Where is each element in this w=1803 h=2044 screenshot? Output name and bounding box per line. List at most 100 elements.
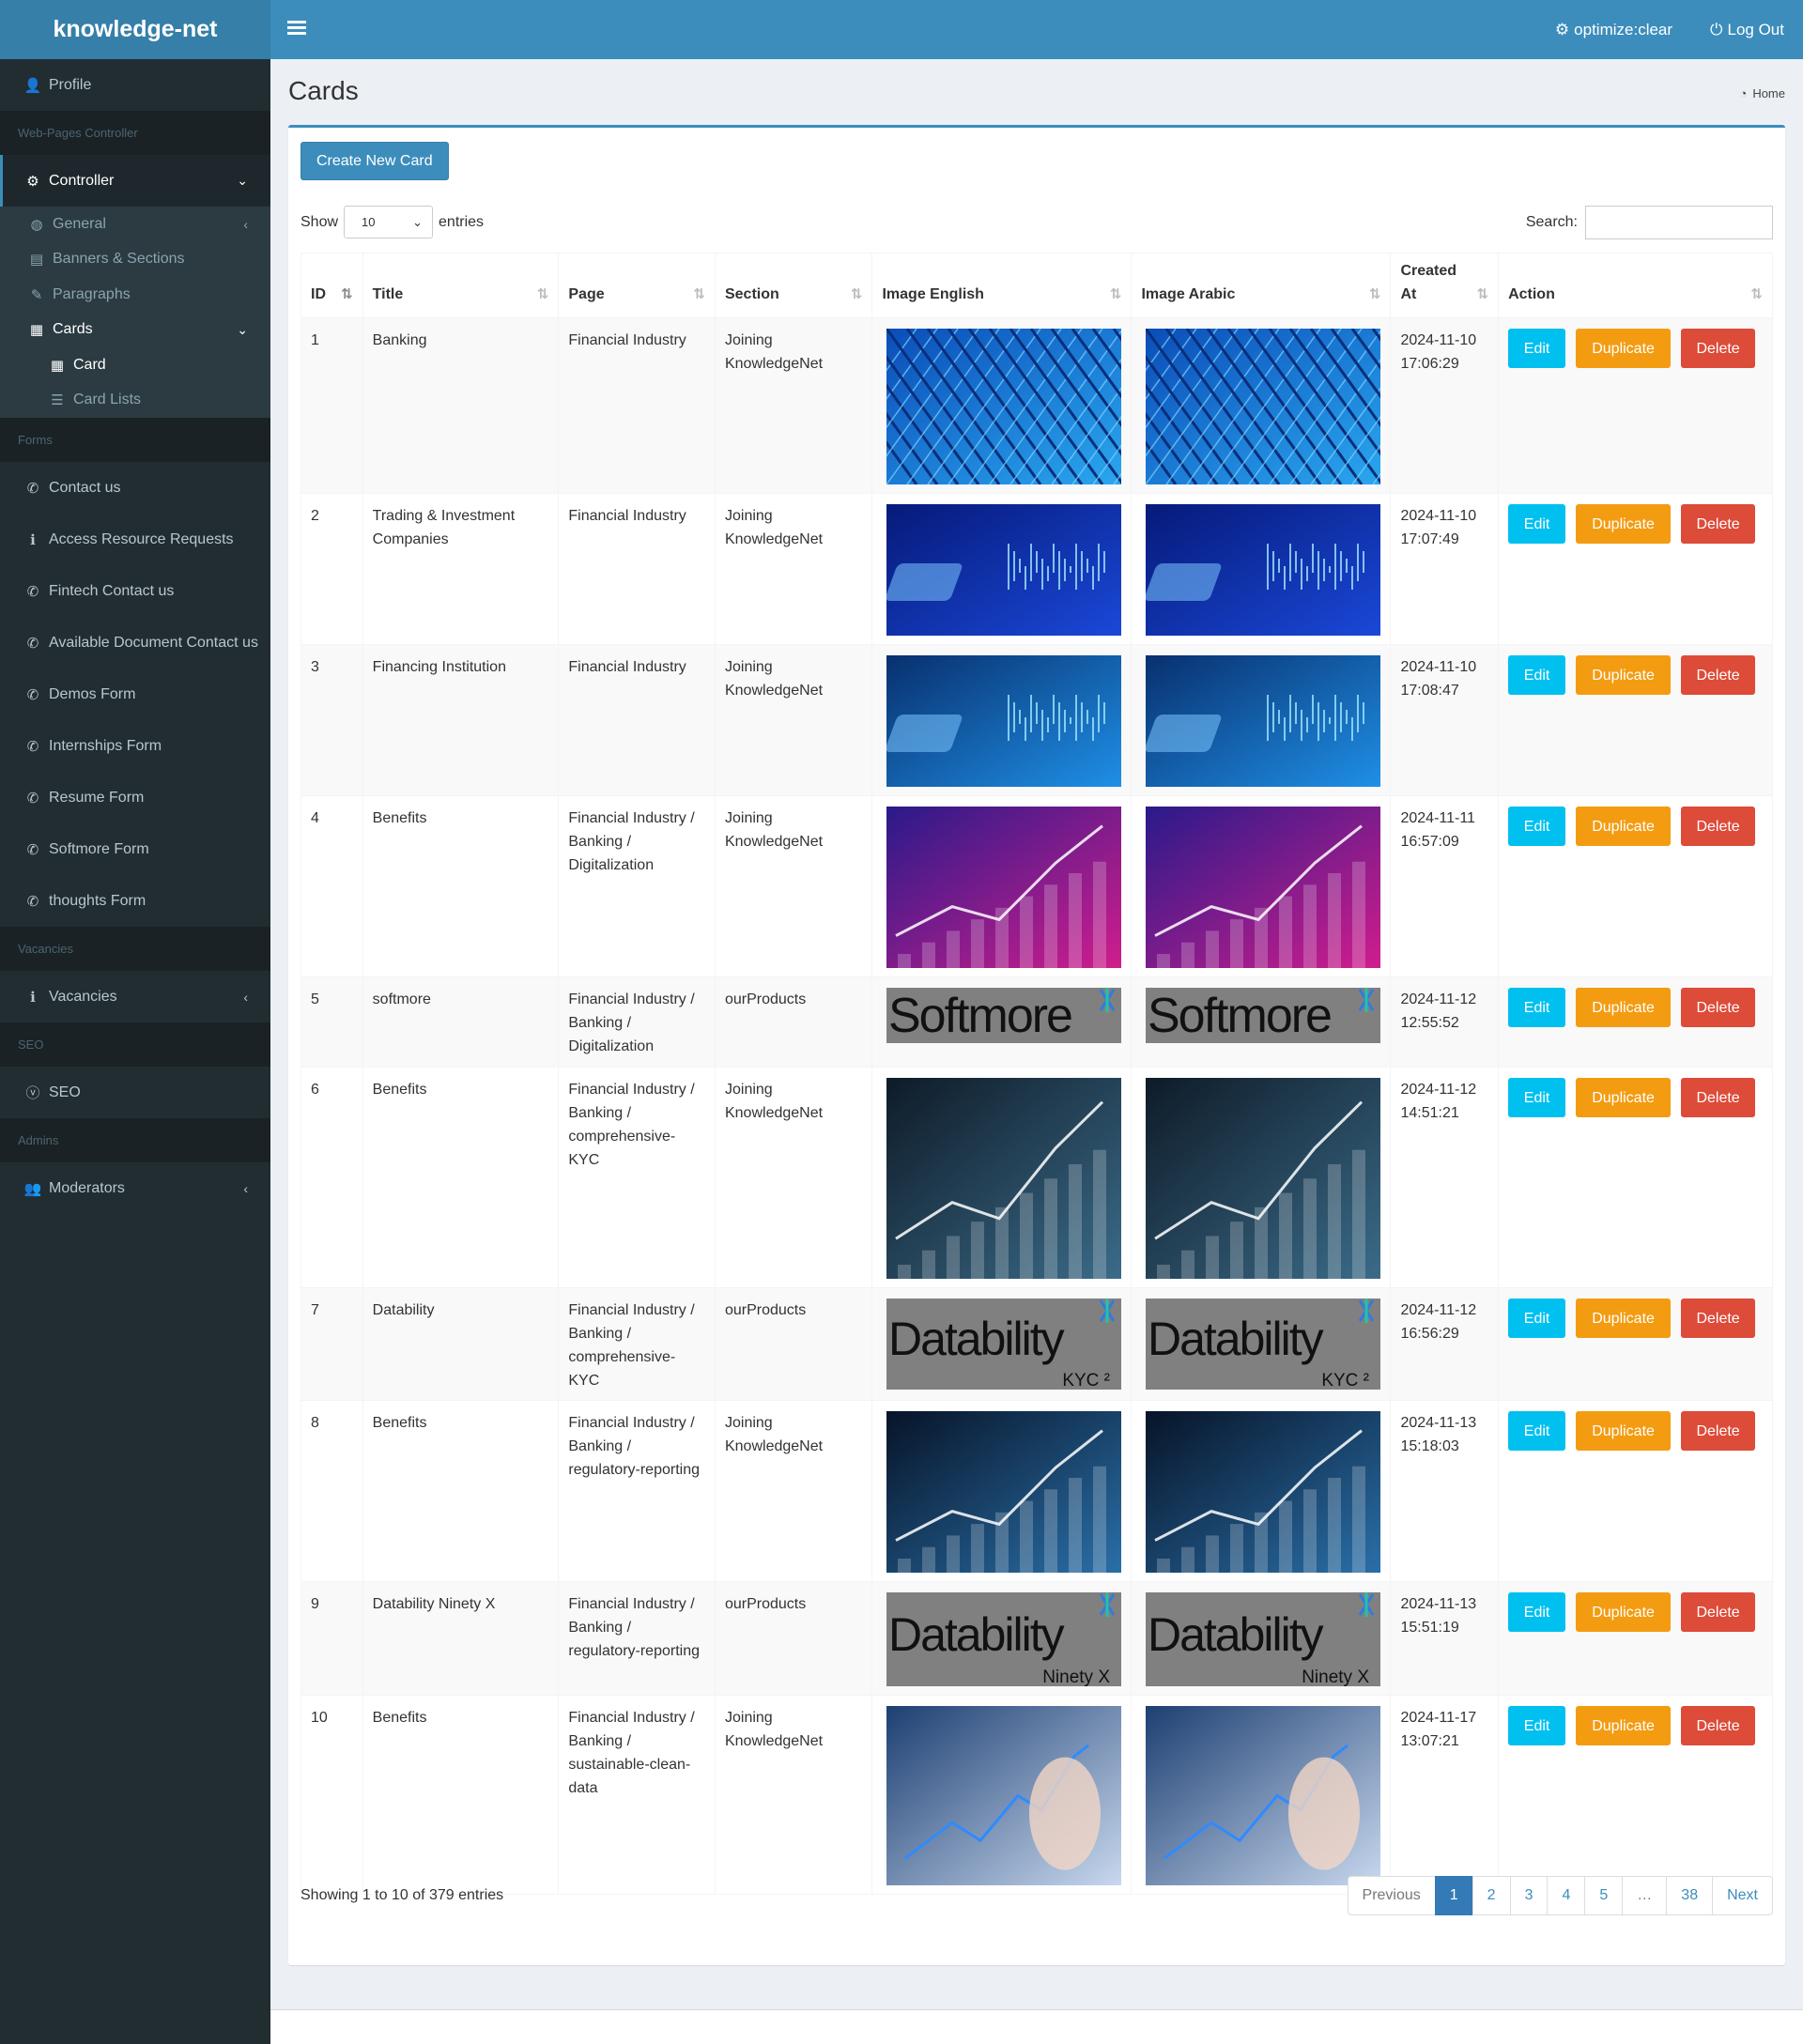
- cell-image-arabic: Datability Ninety X: [1131, 1581, 1392, 1696]
- cell-page: Financial Industry / Banking / comprehen…: [558, 1067, 716, 1288]
- pagination-page[interactable]: 1: [1434, 1876, 1473, 1915]
- pagination-page[interactable]: 3: [1509, 1876, 1549, 1915]
- sidebar-item-resume-form[interactable]: ✆ Resume Form: [0, 772, 270, 823]
- edit-button[interactable]: Edit: [1508, 1592, 1566, 1632]
- cell-image-english: Datability KYC ²: [871, 1287, 1133, 1401]
- delete-button[interactable]: Delete: [1681, 329, 1756, 368]
- table-info: Showing 1 to 10 of 379 entries: [300, 1887, 504, 1903]
- column-header-section[interactable]: Section ⇅: [714, 253, 873, 318]
- delete-button[interactable]: Delete: [1681, 1706, 1756, 1745]
- pagination: Previous 1 2 3 4 5… 38 Next: [1347, 1876, 1773, 1915]
- cell-section: ourProducts: [714, 976, 873, 1068]
- pagination-page[interactable]: 2: [1472, 1876, 1511, 1915]
- sidebar-item-cards[interactable]: ▦ Cards ⌄: [0, 313, 270, 348]
- edit-button[interactable]: Edit: [1508, 1299, 1566, 1338]
- sidebar-item-moderators[interactable]: 👥 Moderators ‹: [0, 1162, 270, 1214]
- cell-id: 4: [300, 795, 363, 977]
- sidebar-item-seo[interactable]: ⓥ SEO: [0, 1067, 270, 1118]
- cell-actions: Edit Duplicate Delete: [1498, 1581, 1773, 1696]
- duplicate-button[interactable]: Duplicate: [1576, 988, 1672, 1027]
- pagination-page[interactable]: 38: [1666, 1876, 1714, 1915]
- edit-button[interactable]: Edit: [1508, 807, 1566, 846]
- column-header-id[interactable]: ID ⇅: [300, 253, 363, 318]
- sidebar-item-access-resource[interactable]: ℹ Access Resource Requests: [0, 514, 270, 565]
- menu-toggle-icon[interactable]: [287, 18, 306, 40]
- duplicate-button[interactable]: Duplicate: [1576, 1299, 1672, 1338]
- column-header-created-at[interactable]: Created At ⇅: [1390, 253, 1500, 318]
- sidebar-item-vacancies[interactable]: ℹ Vacancies ‹: [0, 971, 270, 1022]
- edit-button[interactable]: Edit: [1508, 988, 1566, 1027]
- cell-image-english: [871, 795, 1133, 977]
- sidebar: 👤 Profile Web-Pages Controller ⚙ Controlle…: [0, 59, 270, 2044]
- phone-icon: ✆: [26, 841, 39, 858]
- delete-button[interactable]: Delete: [1681, 1299, 1756, 1338]
- breadcrumb[interactable]: ◔ Home: [1739, 86, 1785, 100]
- sidebar-item-internships-form[interactable]: ✆ Internships Form: [0, 720, 270, 772]
- delete-button[interactable]: Delete: [1681, 988, 1756, 1027]
- delete-button[interactable]: Delete: [1681, 655, 1756, 695]
- optimize-clear-link[interactable]: ⚙ optimize:clear: [1555, 21, 1672, 39]
- sidebar-item-softmore-form[interactable]: ✆ Softmore Form: [0, 823, 270, 875]
- duplicate-button[interactable]: Duplicate: [1576, 1706, 1672, 1745]
- duplicate-button[interactable]: Duplicate: [1576, 504, 1672, 544]
- edit-button[interactable]: Edit: [1508, 1411, 1566, 1451]
- pagination-next[interactable]: Next: [1712, 1876, 1773, 1915]
- cell-id: 7: [300, 1287, 363, 1401]
- edit-button[interactable]: Edit: [1508, 504, 1566, 544]
- logout-link[interactable]: ⏻ Log Out: [1710, 21, 1784, 39]
- card-image-english: Datability KYC ²: [886, 1299, 1122, 1390]
- entries-select[interactable]: 10 ⌄: [344, 206, 434, 238]
- pagination-page[interactable]: 5: [1584, 1876, 1624, 1915]
- column-header-action[interactable]: Action ⇅: [1498, 253, 1773, 318]
- sidebar-item-available-document[interactable]: ✆ Available Document Contact us: [0, 617, 270, 669]
- sidebar-item-banners[interactable]: ▤ Banners & Sections: [0, 242, 270, 278]
- delete-button[interactable]: Delete: [1681, 807, 1756, 846]
- sidebar-item-thoughts-form[interactable]: ✆ thoughts Form: [0, 875, 270, 927]
- edit-button[interactable]: Edit: [1508, 1706, 1566, 1745]
- cell-created-at: 2024-11-12 14:51:21: [1390, 1067, 1500, 1288]
- duplicate-button[interactable]: Duplicate: [1576, 329, 1672, 368]
- edit-button[interactable]: Edit: [1508, 655, 1566, 695]
- duplicate-button[interactable]: Duplicate: [1576, 807, 1672, 846]
- duplicate-button[interactable]: Duplicate: [1576, 1078, 1672, 1117]
- duplicate-button[interactable]: Duplicate: [1576, 655, 1672, 695]
- sidebar-item-paragraphs[interactable]: ✎ Paragraphs: [0, 277, 270, 313]
- create-new-card-button[interactable]: Create New Card: [300, 142, 449, 180]
- delete-button[interactable]: Delete: [1681, 504, 1756, 544]
- table-row: 10 Benefits Financial Industry / Banking…: [300, 1695, 1773, 1895]
- delete-button[interactable]: Delete: [1681, 1592, 1756, 1632]
- duplicate-button[interactable]: Duplicate: [1576, 1411, 1672, 1451]
- phone-icon: ✆: [26, 480, 39, 497]
- sidebar-item-demos-form[interactable]: ✆ Demos Form: [0, 669, 270, 720]
- app-logo[interactable]: knowledge-net: [0, 0, 270, 59]
- chevron-down-icon: ⌄: [237, 173, 248, 188]
- cell-image-english: [871, 1695, 1133, 1895]
- cell-created-at: 2024-11-10 17:08:47: [1390, 644, 1500, 796]
- pagination-previous[interactable]: Previous: [1347, 1876, 1436, 1915]
- edit-button[interactable]: Edit: [1508, 329, 1566, 368]
- edit-button[interactable]: Edit: [1508, 1078, 1566, 1117]
- cell-image-arabic: [1131, 1400, 1392, 1582]
- sidebar-item-fintech-contact[interactable]: ✆ Fintech Contact us: [0, 565, 270, 617]
- sidebar-item-contact-us[interactable]: ✆ Contact us: [0, 462, 270, 514]
- cell-section: Joining KnowledgeNet: [714, 493, 873, 645]
- cell-created-at: 2024-11-12 16:56:29: [1390, 1287, 1500, 1401]
- column-header-image-arabic[interactable]: Image Arabic ⇅: [1131, 253, 1392, 318]
- cell-actions: Edit Duplicate Delete: [1498, 795, 1773, 977]
- sidebar-item-controller[interactable]: ⚙ Controller ⌄: [0, 155, 270, 207]
- power-icon: ⏻: [1710, 20, 1723, 38]
- cell-id: 6: [300, 1067, 363, 1288]
- column-header-page[interactable]: Page ⇅: [558, 253, 716, 318]
- card-image-english: [886, 329, 1122, 484]
- sidebar-item-profile[interactable]: 👤 Profile: [0, 59, 270, 111]
- sidebar-item-card-lists[interactable]: ☰ Card Lists: [0, 383, 270, 419]
- pagination-page[interactable]: 4: [1547, 1876, 1586, 1915]
- delete-button[interactable]: Delete: [1681, 1078, 1756, 1117]
- delete-button[interactable]: Delete: [1681, 1411, 1756, 1451]
- sidebar-item-card[interactable]: ▦ Card: [0, 347, 270, 383]
- search-input[interactable]: [1585, 206, 1773, 239]
- duplicate-button[interactable]: Duplicate: [1576, 1592, 1672, 1632]
- sidebar-item-general[interactable]: ◍ General ‹: [0, 207, 270, 242]
- column-header-image-english[interactable]: Image English ⇅: [871, 253, 1133, 318]
- column-header-title[interactable]: Title ⇅: [362, 253, 560, 318]
